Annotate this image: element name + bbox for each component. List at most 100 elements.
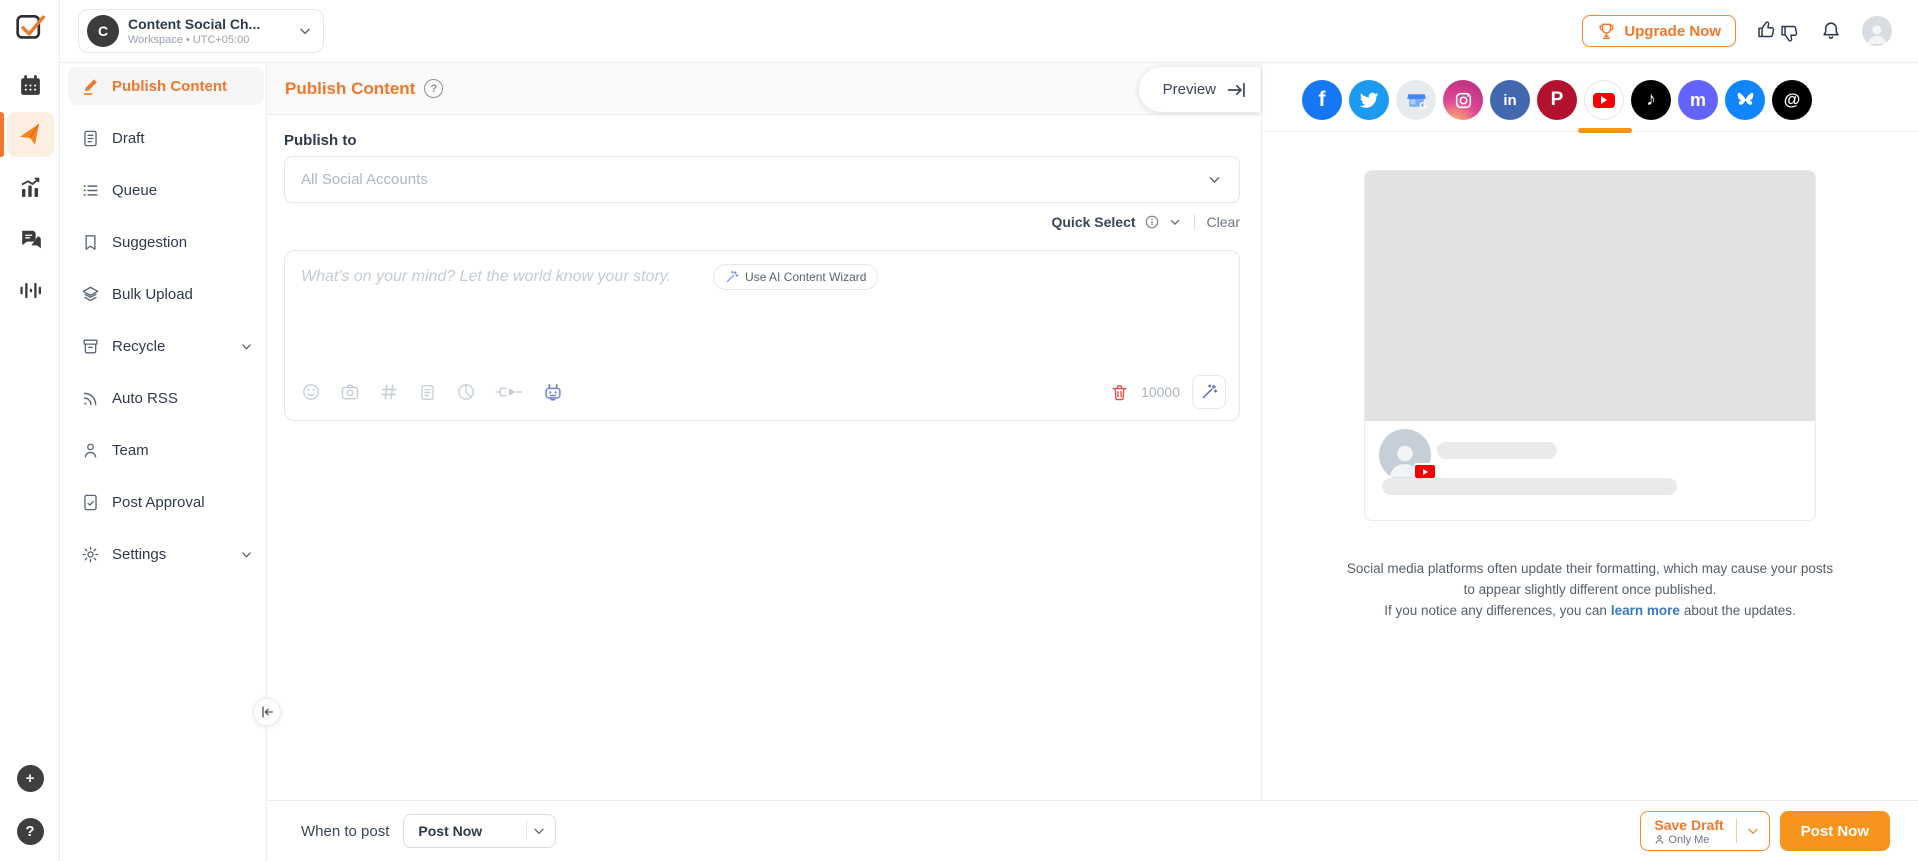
disclaimer-line: If you notice any differences, you canle…: [1262, 600, 1918, 621]
sidebar-item-auto-rss[interactable]: Auto RSS: [68, 379, 264, 417]
when-to-post-label: When to post: [301, 823, 389, 840]
sidebar-item-publish-content[interactable]: Publish Content: [68, 67, 264, 105]
upgrade-now-label: Upgrade Now: [1624, 23, 1721, 40]
magic-wand-button[interactable]: [1192, 375, 1226, 409]
camera-media-icon[interactable]: [340, 382, 360, 402]
platform-tabs: f G in P ♪ m @: [1262, 63, 1918, 132]
sidebar-item-label: Auto RSS: [112, 390, 178, 407]
bookmark-icon: [80, 233, 100, 252]
help-button[interactable]: ?: [0, 817, 60, 845]
preview-disclaimer: Social media platforms often update thei…: [1262, 558, 1918, 621]
main-content: Publish Content ? Preview Publish to All…: [268, 63, 1260, 800]
ai-content-wizard-button[interactable]: Use AI Content Wizard: [713, 264, 878, 290]
platform-google-business[interactable]: G: [1396, 80, 1436, 120]
sidebar-item-queue[interactable]: Queue: [68, 171, 264, 209]
emoji-icon[interactable]: [301, 382, 321, 402]
post-now-button[interactable]: Post Now: [1780, 811, 1890, 851]
platform-mastodon[interactable]: m: [1678, 80, 1718, 120]
person-icon: [80, 441, 100, 460]
post-title-skeleton: [1382, 478, 1677, 495]
sidebar-item-label: Suggestion: [112, 234, 187, 251]
platform-bluesky[interactable]: [1725, 80, 1765, 120]
sidebar-item-team[interactable]: Team: [68, 431, 264, 469]
sidebar-item-label: Settings: [112, 546, 166, 563]
when-to-post-select[interactable]: Post Now: [403, 814, 556, 848]
clear-button[interactable]: Clear: [1207, 214, 1240, 230]
utm-plug-icon[interactable]: [495, 382, 523, 402]
pie-schedule-icon[interactable]: [456, 382, 476, 402]
workspace-avatar: C: [87, 15, 119, 47]
learn-more-link[interactable]: learn more: [1611, 603, 1680, 618]
main-header: Publish Content ?: [268, 63, 1260, 115]
sidebar: Publish Content Draft Queue Suggestion B…: [60, 63, 267, 861]
save-draft-button[interactable]: Save Draft Only Me: [1640, 811, 1769, 851]
thumbs-up-icon[interactable]: [1756, 19, 1777, 40]
platform-tiktok[interactable]: ♪: [1631, 80, 1671, 120]
notifications-bell-icon[interactable]: [1820, 20, 1842, 42]
publish-section: Publish to All Social Accounts Quick Sel…: [268, 115, 1260, 421]
info-icon[interactable]: [1144, 214, 1160, 230]
save-draft-visibility: Only Me: [1668, 834, 1709, 846]
quick-select-row: Quick Select Clear: [284, 210, 1240, 234]
save-draft-label: Save Draft: [1654, 817, 1723, 833]
sidebar-item-settings[interactable]: Settings: [68, 535, 264, 573]
sidebar-item-bulk-upload[interactable]: Bulk Upload: [68, 275, 264, 313]
chevron-down-icon: [1206, 171, 1223, 188]
thumbs-down-icon[interactable]: [1779, 23, 1800, 44]
workspace-name: Content Social Ch...: [128, 16, 297, 32]
platform-pinterest[interactable]: P: [1537, 80, 1577, 120]
character-count: 10000: [1141, 384, 1180, 400]
sidebar-item-label: Queue: [112, 182, 157, 199]
add-button[interactable]: +: [0, 764, 60, 792]
calendar-icon[interactable]: [0, 69, 60, 101]
platform-facebook[interactable]: f: [1302, 80, 1342, 120]
notes-icon[interactable]: [418, 383, 437, 402]
when-to-post-value: Post Now: [418, 823, 482, 839]
youtube-play-icon: [1593, 93, 1615, 108]
platform-youtube[interactable]: [1584, 80, 1624, 120]
sidebar-item-label: Bulk Upload: [112, 286, 193, 303]
platform-twitter[interactable]: [1349, 80, 1389, 120]
inbox-chat-icon[interactable]: [0, 224, 60, 256]
preview-toggle-button[interactable]: Preview: [1139, 67, 1260, 112]
rss-icon: [80, 389, 100, 408]
publish-plane-icon[interactable]: [0, 116, 60, 154]
platform-instagram[interactable]: [1443, 80, 1483, 120]
social-accounts-select[interactable]: All Social Accounts: [284, 156, 1240, 203]
platform-linkedin[interactable]: in: [1490, 80, 1530, 120]
app-rail: + ?: [0, 0, 60, 861]
platform-threads[interactable]: @: [1772, 80, 1812, 120]
quick-select-label[interactable]: Quick Select: [1051, 214, 1135, 230]
divider: [1194, 214, 1195, 230]
sidebar-collapse-button[interactable]: [253, 698, 281, 726]
hashtag-icon[interactable]: [379, 382, 399, 402]
google-g: G: [1419, 101, 1427, 112]
ai-wizard-label: Use AI Content Wizard: [745, 270, 866, 284]
person-icon: [1654, 834, 1665, 845]
app-logo-icon[interactable]: [0, 8, 60, 44]
channel-name-skeleton: [1437, 442, 1557, 459]
user-avatar[interactable]: [1862, 16, 1892, 46]
listening-waveform-icon[interactable]: [0, 274, 60, 306]
sidebar-item-recycle[interactable]: Recycle: [68, 327, 264, 365]
document-check-icon: [80, 493, 100, 512]
sidebar-item-post-approval[interactable]: Post Approval: [68, 483, 264, 521]
arrow-to-bar-icon: [1226, 80, 1246, 100]
composer-toolbar: 10000: [301, 375, 1226, 409]
analytics-icon[interactable]: [0, 172, 60, 204]
upgrade-now-button[interactable]: Upgrade Now: [1582, 15, 1736, 47]
preview-label: Preview: [1163, 81, 1216, 98]
chevron-down-icon: [1745, 823, 1761, 839]
sidebar-item-suggestion[interactable]: Suggestion: [68, 223, 264, 261]
post-composer[interactable]: What's on your mind? Let the world know …: [284, 250, 1240, 421]
trash-icon[interactable]: [1110, 383, 1129, 402]
sidebar-item-draft[interactable]: Draft: [68, 119, 264, 157]
post-preview-card: [1364, 170, 1816, 521]
divider: [1736, 819, 1737, 843]
disclaimer-line: Social media platforms often update thei…: [1262, 558, 1918, 579]
ai-robot-icon[interactable]: [542, 381, 564, 403]
workspace-selector[interactable]: C Content Social Ch... Workspace • UTC+0…: [78, 9, 324, 53]
help-icon[interactable]: ?: [424, 79, 443, 98]
gear-icon: [80, 545, 100, 564]
chevron-down-icon[interactable]: [1168, 215, 1182, 229]
